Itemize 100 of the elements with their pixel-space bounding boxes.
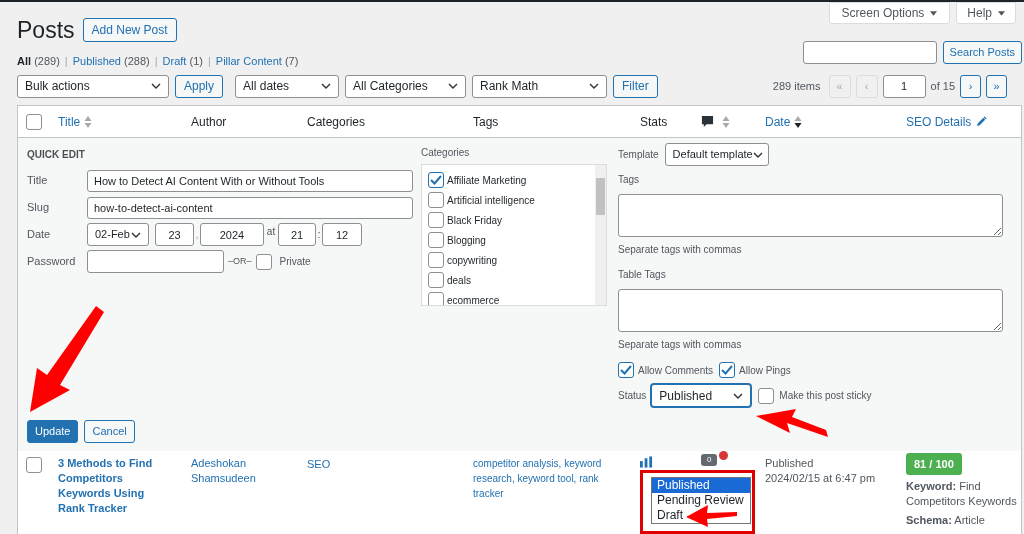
annotation-arrow [756, 409, 828, 437]
view-link[interactable]: Pillar Content (7) [215, 53, 299, 70]
category-label: Blogging [447, 233, 486, 248]
column-header: Tags [473, 113, 499, 131]
minute-field[interactable]: 12 [322, 223, 362, 246]
field-label: Password [27, 254, 77, 270]
checkbox-label: Allow Pings [739, 363, 791, 378]
author-link[interactable]: Adeshokan Shamsudeen [191, 456, 267, 486]
comment-count-badge: 0 [701, 454, 718, 466]
checkbox[interactable] [428, 252, 444, 268]
at-label: at [265, 225, 277, 239]
hour-field[interactable]: 21 [278, 223, 316, 246]
screen-options-button[interactable]: Screen Options [828, 2, 951, 24]
password-field[interactable] [87, 250, 224, 273]
search-posts-button[interactable]: Search Posts [942, 41, 1022, 64]
item-count: 289 items [772, 78, 821, 94]
private-label: Private [279, 255, 311, 269]
chevron-icon [321, 83, 332, 89]
separator: | [207, 54, 211, 69]
view-link[interactable]: Published (288) [72, 53, 150, 70]
scrollbar[interactable] [595, 165, 606, 305]
next-page-button[interactable]: › [960, 74, 981, 98]
field-label: Tags [618, 173, 641, 187]
checkbox-label: Allow Comments [638, 363, 714, 378]
slug-field[interactable]: how-to-detect-ai-content [87, 196, 413, 219]
chevron-icon [752, 151, 763, 158]
filter-button[interactable]: Filter [613, 74, 658, 98]
field-label: Title [27, 173, 49, 189]
checkbox[interactable] [758, 387, 775, 404]
cancel-button[interactable]: Cancel [84, 420, 135, 443]
column-header-link[interactable]: Date [765, 112, 791, 131]
checkbox[interactable] [26, 113, 42, 130]
comment-icon [701, 115, 714, 128]
add-new-post-button[interactable]: Add New Post [82, 18, 177, 42]
month-select[interactable]: 02-Feb [87, 223, 149, 246]
pencil-icon [976, 116, 988, 127]
tags-textarea[interactable] [618, 194, 1003, 237]
checkbox-label: Make this post sticky [779, 389, 872, 403]
checkbox[interactable] [428, 212, 444, 228]
seo-score-badge: 81 / 100 [906, 453, 962, 475]
scrollbar-thumb[interactable] [596, 178, 605, 215]
checkbox[interactable] [428, 292, 444, 305]
category-label: copywriting [447, 253, 498, 268]
checkbox[interactable] [428, 232, 444, 248]
column-header-link[interactable]: SEO Details [906, 112, 972, 131]
focus-keyword: Keyword: Find Competitors Keywords [906, 479, 1018, 509]
checkbox[interactable] [26, 457, 42, 473]
checkbox[interactable] [428, 192, 444, 208]
view-link[interactable]: All (289) [17, 53, 60, 70]
separator: | [154, 54, 158, 69]
apply-button[interactable]: Apply [175, 74, 224, 98]
chevron-icon [589, 83, 600, 89]
category-link[interactable]: SEO [307, 458, 331, 470]
help-text: Separate tags with commas [618, 338, 743, 352]
field-label: Date [27, 227, 52, 243]
or-label: –OR– [228, 254, 252, 268]
field-label: Status [618, 389, 647, 403]
tags-textarea[interactable] [618, 289, 1003, 332]
rank-math-filter-select[interactable]: Rank Math [472, 74, 608, 98]
page-title: Posts [17, 16, 75, 44]
checkbox[interactable] [428, 172, 444, 188]
update-button[interactable]: Update [27, 420, 79, 443]
page-total: of 15 [930, 78, 955, 94]
template-select[interactable]: Default template [664, 143, 769, 166]
page-number-field[interactable]: 1 [882, 74, 926, 98]
field-label: Slug [27, 200, 51, 216]
chevron-icon [131, 231, 141, 238]
date-filter-select[interactable]: All dates [235, 74, 340, 98]
column-header-link[interactable]: Title [58, 112, 81, 131]
last-page-button[interactable]: » [986, 74, 1007, 98]
category-label: Artificial intelligence [447, 193, 535, 208]
day-field[interactable]: 23 [155, 223, 194, 246]
year-field[interactable]: 2024 [200, 223, 264, 246]
column-header: Author [191, 113, 227, 131]
bulk-actions-select[interactable]: Bulk actions [17, 74, 169, 98]
category-label: deals [447, 273, 471, 288]
dropdown-option[interactable]: Published [652, 478, 750, 493]
checkbox[interactable] [618, 362, 634, 378]
help-button[interactable]: Help [956, 2, 1016, 24]
checkbox[interactable] [428, 272, 444, 288]
view-link[interactable]: Draft (1) [162, 53, 203, 70]
category-filter-select[interactable]: All Categories [345, 74, 467, 98]
title-field[interactable]: How to Detect AI Content With or Without Tools [87, 169, 413, 192]
annotation-arrow [686, 505, 737, 527]
time-separator: : [316, 227, 322, 243]
post-date: 2024/02/15 at 6:47 pm [765, 471, 877, 486]
section-heading: QUICK EDIT [27, 148, 86, 162]
dropdown-option[interactable]: Pending Review [652, 493, 750, 508]
dropdown-option[interactable]: Draft [652, 508, 750, 523]
chevron-icon [733, 392, 744, 399]
chevron-icon [151, 83, 161, 89]
post-title-link[interactable]: 3 Methods to Find Competitors Keywords Using Rank Tracker [58, 456, 161, 516]
checkbox[interactable] [255, 253, 272, 270]
bar-chart-icon [640, 456, 653, 468]
field-label: Template [618, 148, 659, 162]
checkbox[interactable] [719, 362, 736, 378]
search-field[interactable] [802, 41, 937, 64]
help-text: Separate tags with commas [618, 243, 743, 257]
tag-links[interactable]: competitor analysis, keyword research, keyword tool, rank tracker [473, 456, 610, 501]
status-select[interactable]: Published [651, 384, 752, 407]
